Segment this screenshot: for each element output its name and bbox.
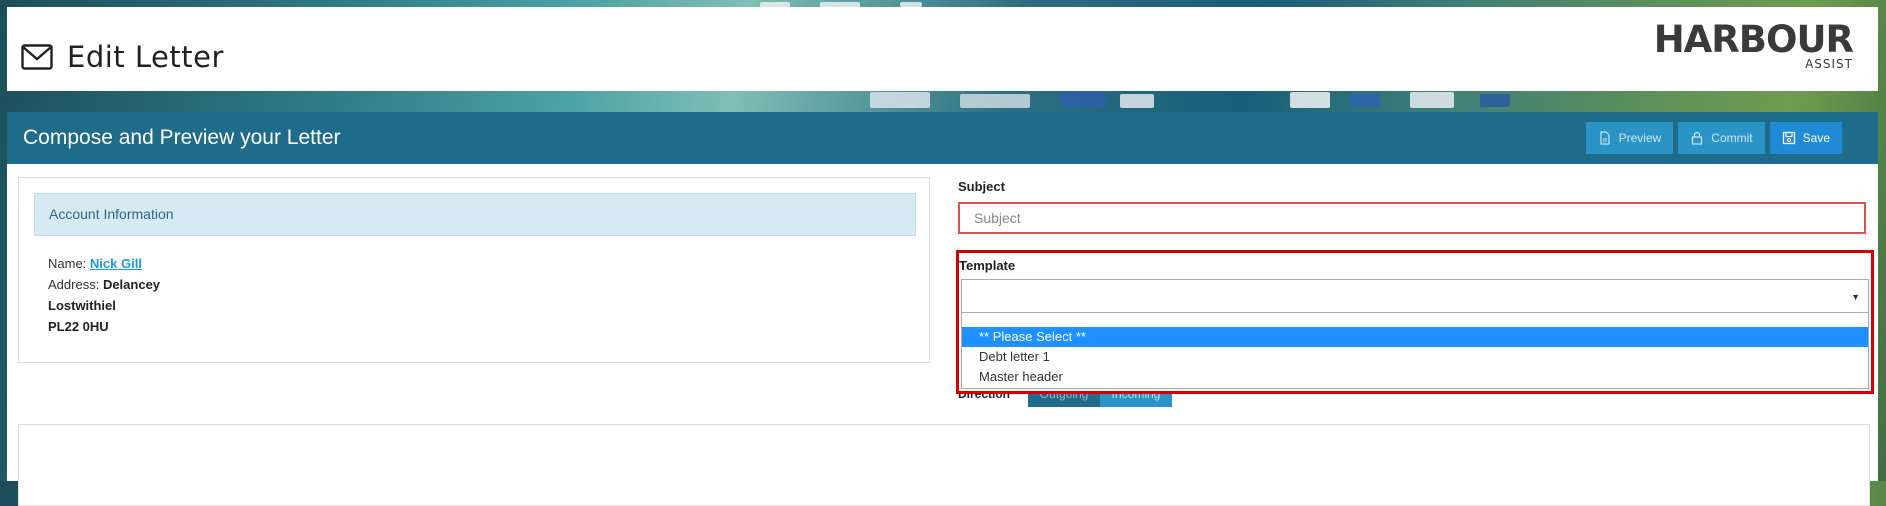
preview-button[interactable]: Preview bbox=[1585, 122, 1674, 154]
account-info-heading: Account Information bbox=[34, 193, 916, 236]
template-dropdown-list: ** Please Select ** Debt letter 1 Master… bbox=[961, 327, 1869, 389]
logo-main-text: HARBOUR bbox=[1653, 18, 1854, 61]
template-highlight-frame: Template ▼ ** Please Select ** Debt lett… bbox=[956, 250, 1874, 394]
caret-down-icon[interactable]: ▼ bbox=[1851, 292, 1860, 302]
account-name-link[interactable]: Nick Gill bbox=[90, 256, 142, 271]
page-title-group: Edit Letter bbox=[21, 40, 224, 74]
account-address-row: Address: Delancey bbox=[48, 274, 160, 295]
name-label: Name: bbox=[48, 256, 87, 271]
page-header: Edit Letter HARBOUR ASSIST bbox=[7, 7, 1878, 91]
letter-editor-area[interactable] bbox=[18, 424, 1870, 506]
panel-title: Compose and Preview your Letter bbox=[23, 126, 341, 149]
envelope-icon bbox=[21, 44, 53, 70]
template-select[interactable]: ▼ bbox=[961, 279, 1869, 313]
address-label: Address: bbox=[48, 277, 100, 292]
save-icon bbox=[1782, 131, 1795, 145]
preview-button-label: Preview bbox=[1618, 131, 1662, 145]
save-button-label: Save bbox=[1802, 131, 1830, 145]
commit-button-label: Commit bbox=[1711, 131, 1753, 145]
account-info-heading-text: Account Information bbox=[49, 206, 174, 222]
template-option-debt-letter-1[interactable]: Debt letter 1 bbox=[962, 347, 1868, 367]
compose-panel-header: Compose and Preview your Letter Preview … bbox=[7, 112, 1878, 164]
address-line-1: Delancey bbox=[102, 277, 161, 292]
template-dropdown-search[interactable] bbox=[961, 313, 1869, 327]
harbour-assist-logo: HARBOUR ASSIST bbox=[1653, 18, 1854, 72]
panel-toolbar: Preview Commit Save bbox=[1585, 122, 1842, 154]
address-line-3: PL22 0HU bbox=[48, 319, 109, 334]
subject-label: Subject bbox=[958, 179, 1005, 194]
account-name-row: Name: Nick Gill bbox=[48, 253, 160, 274]
template-option-master-header[interactable]: Master header bbox=[962, 367, 1868, 387]
address-line-2: Lostwithiel bbox=[48, 298, 116, 313]
compose-panel-body: Account Information Name: Nick Gill Addr… bbox=[7, 164, 1878, 506]
save-button[interactable]: Save bbox=[1769, 122, 1842, 154]
subject-input[interactable] bbox=[958, 202, 1866, 234]
commit-button[interactable]: Commit bbox=[1678, 122, 1765, 154]
account-details: Name: Nick Gill Address: Delancey Lostwi… bbox=[48, 253, 160, 337]
template-label: Template bbox=[959, 258, 1016, 273]
lock-icon bbox=[1692, 131, 1703, 145]
account-info-box: Account Information Name: Nick Gill Addr… bbox=[18, 177, 930, 363]
page-title: Edit Letter bbox=[67, 40, 224, 74]
template-option-please-select[interactable]: ** Please Select ** bbox=[962, 327, 1868, 347]
document-icon bbox=[1600, 131, 1610, 145]
